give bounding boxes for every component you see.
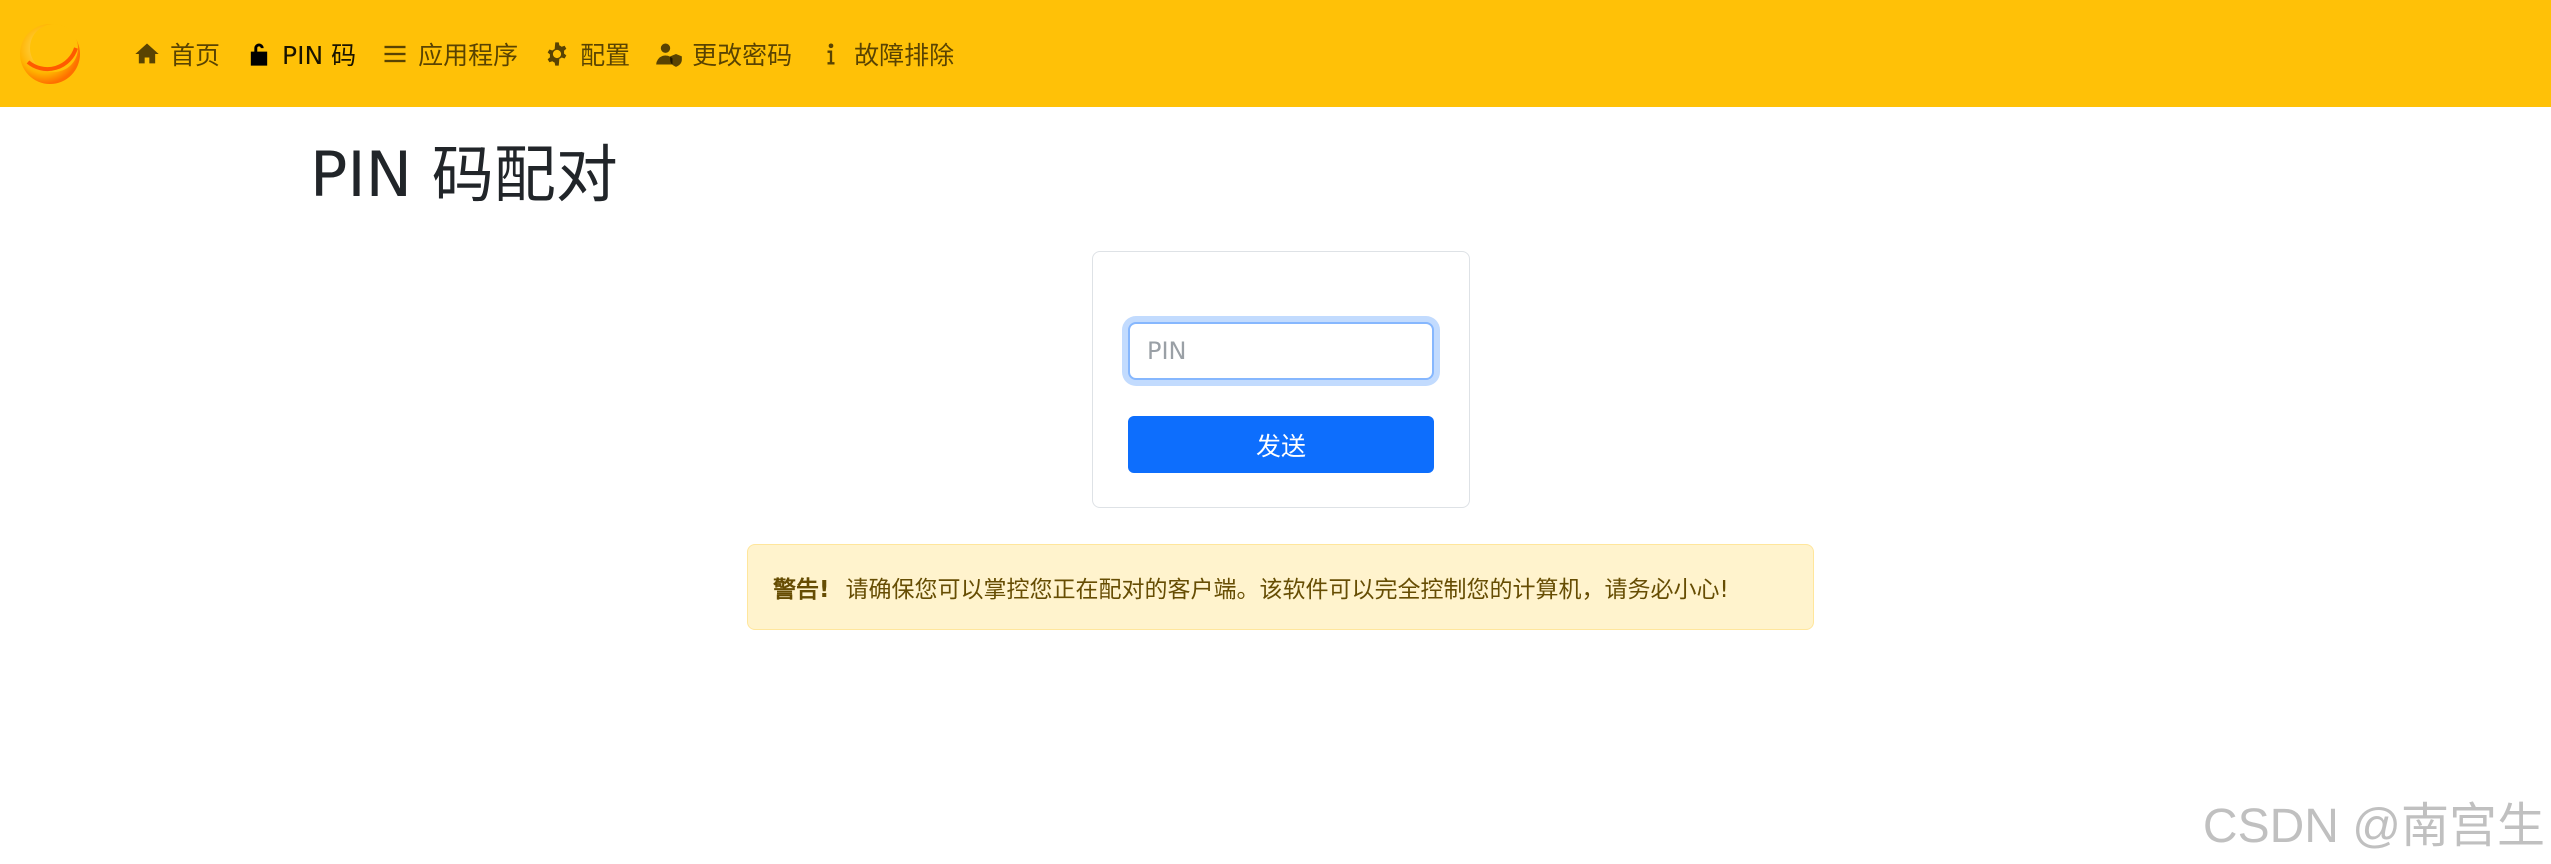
alert-title: 警告! — [773, 577, 830, 603]
warning-alert: 警告! 请确保您可以掌控您正在配对的客户端。该软件可以完全控制您的计算机，请务必… — [747, 544, 1814, 630]
nav-item-label: 应用程序 — [418, 40, 519, 70]
pin-form-card: 发送 — [1092, 251, 1470, 508]
nav-item-configuration[interactable]: 配置 — [530, 0, 642, 107]
nav-item-pin[interactable]: PIN 码 — [232, 0, 368, 107]
nav-item-home[interactable]: 首页 — [120, 0, 232, 107]
info-icon — [816, 39, 846, 69]
top-navbar: 首页 PIN 码 应用程序 配置 更改密码 故障排除 — [0, 0, 2551, 107]
send-button[interactable]: 发送 — [1128, 416, 1434, 473]
list-icon — [380, 39, 410, 69]
nav-item-label: 故障排除 — [854, 40, 955, 70]
page-title: PIN 码配对 — [310, 138, 618, 211]
nav-item-label: 配置 — [580, 40, 631, 70]
watermark: CSDN @南宫生 — [2202, 800, 2545, 853]
unlock-icon — [244, 39, 274, 69]
nav-menu: 首页 PIN 码 应用程序 配置 更改密码 故障排除 — [120, 0, 966, 107]
home-icon — [132, 39, 162, 69]
nav-item-label: 更改密码 — [692, 40, 793, 70]
gear-icon — [542, 39, 572, 69]
nav-item-applications[interactable]: 应用程序 — [368, 0, 530, 107]
alert-message: 请确保您可以掌控您正在配对的客户端。该软件可以完全控制您的计算机，请务必小心! — [845, 577, 1729, 603]
sunshine-logo-icon[interactable] — [18, 18, 86, 86]
nav-item-label: PIN 码 — [282, 40, 357, 70]
nav-item-troubleshooting[interactable]: 故障排除 — [804, 0, 966, 107]
nav-item-label: 首页 — [170, 40, 221, 70]
user-shield-icon — [654, 39, 684, 69]
nav-item-change-password[interactable]: 更改密码 — [642, 0, 804, 107]
pin-input[interactable] — [1128, 322, 1434, 380]
